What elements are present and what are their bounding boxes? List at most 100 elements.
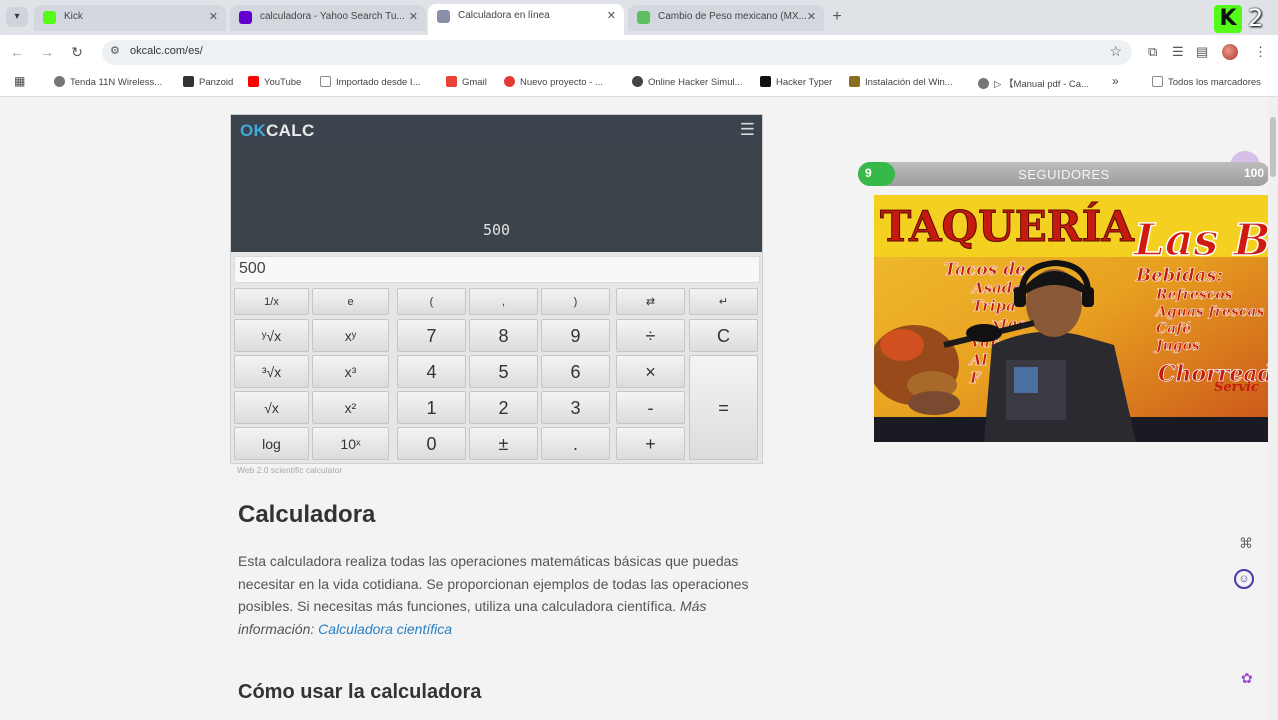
tab-title: Calculadora en línea [458,10,550,21]
minus-key[interactable]: - [616,391,685,424]
all-bookmarks-button[interactable]: Todos los marcadores [1152,76,1261,88]
google-finance-favicon-icon [637,11,650,24]
digit-7-key[interactable]: 7 [397,319,466,352]
tab-yahoo-search[interactable]: calculadora - Yahoo Search Tu... ✕ [230,5,426,31]
digit-9-key[interactable]: 9 [541,319,610,352]
yahoo-favicon-icon [239,11,252,24]
new-tab-button[interactable]: + [828,8,846,26]
ten-power-key[interactable]: 10ˣ [312,427,389,460]
x-power-y-key[interactable]: xʸ [312,319,389,352]
more-menu-icon[interactable]: ⋮ [1254,44,1267,60]
page-scrollbar[interactable] [1268,97,1278,720]
omnibox[interactable]: ⚙ okcalc.com/es/ ☆ [102,40,1132,65]
menu-right-item: Jugos [1153,338,1200,354]
okcalc-logo[interactable]: OKCALC [240,121,315,141]
decimal-key[interactable]: . [541,427,610,460]
digit-3-key[interactable]: 3 [541,391,610,424]
logo-ok: OK [240,121,267,140]
tab-kick[interactable]: Kick ✕ [34,5,226,31]
banner-title: TAQUERÍA [880,201,1135,251]
bookmark-item[interactable]: Online Hacker Simul... [632,76,743,88]
calculator-input[interactable]: 500 [234,256,760,283]
digit-2-key[interactable]: 2 [469,391,538,424]
youtube-icon [248,76,259,87]
tab-strip: ▾ Kick ✕ calculadora - Yahoo Search Tu..… [0,0,1278,35]
hamburger-menu-icon[interactable]: ☰ [740,120,755,140]
bookmark-item[interactable]: Nuevo proyecto - ... [504,76,603,88]
multiply-key[interactable]: × [616,355,685,388]
bookmark-item[interactable]: ▷ 【Manual pdf - Ca... [978,76,1089,90]
profile-avatar[interactable] [1222,44,1238,60]
section-heading: Cómo usar la calculadora [238,681,482,703]
forward-button[interactable]: → [38,43,56,61]
assistant-bot-icon[interactable]: ☺ [1234,569,1254,589]
scrollbar-thumb[interactable] [1270,117,1276,177]
bookmarks-overflow-button[interactable]: » [1112,74,1119,88]
ai-brain-icon[interactable]: ✿ [1241,670,1253,687]
square-root-key[interactable]: √x [234,391,309,424]
display-result: 500 [482,221,511,239]
digit-6-key[interactable]: 6 [541,355,610,388]
reload-button[interactable]: ↻ [68,43,86,61]
digit-4-key[interactable]: 4 [397,355,466,388]
bookmark-label: Panzoid [199,77,234,88]
back-button[interactable]: ← [8,43,26,61]
plus-key[interactable]: + [616,427,685,460]
bookmark-star-icon[interactable]: ☆ [1109,43,1122,60]
y-root-key[interactable]: ʸ√x [234,319,309,352]
calculator-header: OKCALC ☰ [231,115,762,145]
plus-minus-key[interactable]: ± [469,427,538,460]
close-icon[interactable]: ✕ [607,4,616,28]
backspace-key[interactable]: ↵ [689,288,758,315]
bookmark-item[interactable]: Gmail [446,76,487,88]
page-title: Calculadora [238,501,376,528]
equals-key[interactable]: = [689,355,758,460]
open-paren-key[interactable]: ( [397,288,466,315]
clear-key[interactable]: C [689,319,758,352]
x-squared-key[interactable]: x² [312,391,389,424]
bookmark-item[interactable]: Hacker Typer [760,76,832,88]
tab-search-button[interactable]: ▾ [6,7,28,27]
cube-root-key[interactable]: ³√x [234,355,309,388]
tab-cambio-peso[interactable]: Cambio de Peso mexicano (MX... ✕ [628,5,824,31]
webcam-image: TAQUERÍA Las Br Tacos de Asada Tripa xta… [874,195,1278,442]
followers-current: 9 [865,166,872,180]
divide-key[interactable]: ÷ [616,319,685,352]
apps-grid-icon[interactable]: ▦ [14,74,25,88]
bookmark-label: YouTube [264,77,302,88]
scientific-calculator-link[interactable]: Calculadora científica [318,621,452,637]
url-text[interactable]: okcalc.com/es/ [130,45,203,57]
comma-key[interactable]: , [469,288,538,315]
bookmark-item[interactable]: Tenda 11N Wireless... [54,76,162,88]
tab-calculadora[interactable]: Calculadora en línea ✕ [428,4,624,35]
bookmark-item[interactable]: Panzoid [183,76,233,88]
digit-1-key[interactable]: 1 [397,391,466,424]
digit-0-key[interactable]: 0 [397,427,466,460]
menu-left-item: Al [968,351,988,369]
banner-script: Las Br [1132,215,1278,266]
bookmark-item[interactable]: YouTube [248,76,301,88]
reciprocal-key[interactable]: 1/x [234,288,309,315]
bookmark-item[interactable]: Importado desde I... [320,76,421,88]
media-control-icon[interactable]: ☰ [1172,44,1184,60]
x-cubed-key[interactable]: x³ [312,355,389,388]
site-info-icon[interactable]: ⚙ [110,44,120,57]
bookmark-item[interactable]: Instalación del Win... [849,76,953,88]
digit-5-key[interactable]: 5 [469,355,538,388]
shortcuts-icon[interactable]: ⌘ [1239,535,1253,552]
bookmark-label: Instalación del Win... [865,77,953,88]
swap-key[interactable]: ⇄ [616,288,685,315]
log-key[interactable]: log [234,427,309,460]
close-icon[interactable]: ✕ [807,5,816,29]
digit-8-key[interactable]: 8 [469,319,538,352]
gmail-icon [446,76,457,87]
sidebar-icon[interactable]: ▤ [1196,44,1208,60]
menu-right-item: Aguas frescas [1154,304,1264,320]
logo-calc: CALC [266,121,315,140]
close-icon[interactable]: ✕ [409,5,418,29]
close-icon[interactable]: ✕ [209,5,218,29]
e-key[interactable]: e [312,288,389,315]
close-paren-key[interactable]: ) [541,288,610,315]
extensions-icon[interactable]: ⧉ [1148,44,1157,60]
bookmark-label: Importado desde I... [336,77,421,88]
